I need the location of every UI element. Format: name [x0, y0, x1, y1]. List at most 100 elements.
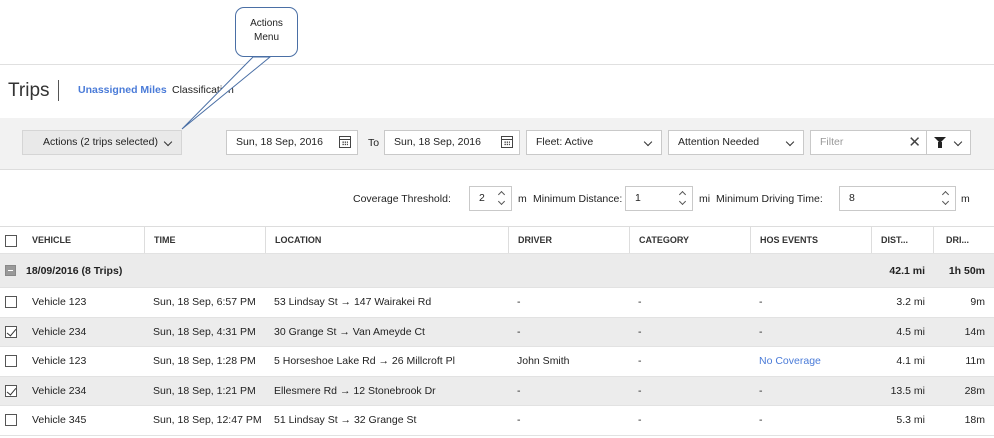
duration-cell: 9m [970, 296, 985, 309]
column-header-driving-time[interactable]: DRI... [933, 227, 969, 253]
table-row[interactable]: Vehicle 234 Sun, 18 Sep, 4:31 PM 30 Grange… [0, 317, 994, 347]
row-checkbox[interactable] [5, 325, 17, 338]
row-checkbox[interactable] [5, 384, 17, 397]
driver-cell: John Smith [517, 355, 570, 368]
attention-select[interactable]: Attention Needed [668, 130, 804, 155]
chevron-down-icon [785, 137, 795, 147]
actions-menu-callout: Actions Menu [235, 7, 298, 57]
location-cell: 30 Grange St → Van Ameyde Ct [274, 325, 425, 338]
time-cell: Sun, 18 Sep, 12:47 PM [153, 414, 262, 427]
actions-menu-button[interactable]: Actions (2 trips selected) [22, 130, 182, 155]
tab-classification[interactable]: Classification [172, 84, 234, 96]
fleet-select[interactable]: Fleet: Active [526, 130, 662, 155]
time-cell: Sun, 18 Sep, 4:31 PM [153, 325, 256, 338]
table-row[interactable]: Vehicle 234 Sun, 18 Sep, 1:21 PM Ellesmere… [0, 376, 994, 406]
hos-events-cell: - [759, 296, 763, 309]
vehicle-cell: Vehicle 123 [32, 355, 87, 368]
close-icon[interactable]: ✕ [908, 131, 921, 154]
row-checkbox[interactable] [5, 414, 17, 426]
calendar-icon[interactable] [339, 136, 351, 148]
filter-options-button[interactable] [926, 130, 971, 155]
time-cell: Sun, 18 Sep, 1:28 PM [153, 355, 256, 368]
vehicle-cell: Vehicle 234 [32, 384, 87, 397]
funnel-icon [934, 137, 946, 148]
duration-cell: 14m [964, 325, 985, 338]
callout-line-2: Menu [253, 32, 279, 43]
minimum-driving-time-unit: m [961, 193, 970, 205]
driver-cell: - [517, 414, 521, 427]
column-header-hos-events[interactable]: HOS EVENTS [750, 227, 818, 253]
table-row[interactable]: Vehicle 123 Sun, 18 Sep, 6:57 PM 53 Lindsa… [0, 288, 994, 318]
fleet-select-value: Fleet: Active [536, 136, 594, 148]
hos-events-cell: - [759, 325, 763, 338]
coverage-threshold-value: 2 [479, 192, 485, 204]
date-from-value: Sun, 18 Sep, 2016 [236, 136, 323, 148]
chevron-down-icon [163, 137, 173, 147]
minimum-driving-time-value: 8 [849, 192, 855, 204]
collapse-icon[interactable] [5, 265, 16, 276]
date-from-picker[interactable]: Sun, 18 Sep, 2016 [226, 130, 358, 155]
driver-cell: - [517, 384, 521, 397]
category-cell: - [638, 384, 642, 397]
page-header: Trips Unassigned Miles Classification [0, 72, 994, 108]
coverage-threshold-unit: m [518, 193, 527, 205]
distance-cell: 4.1 mi [896, 355, 925, 368]
row-checkbox[interactable] [5, 296, 17, 308]
coverage-threshold-input[interactable]: 2 [469, 186, 512, 211]
category-cell: - [638, 325, 642, 338]
group-distance: 42.1 mi [889, 264, 925, 277]
column-header-location[interactable]: LOCATION [265, 227, 321, 253]
to-label: To [368, 137, 380, 149]
category-cell: - [638, 296, 642, 309]
actions-menu-label: Actions (2 trips selected) [43, 136, 158, 148]
location-cell: 53 Lindsay St → 147 Wairakei Rd [274, 296, 432, 309]
table-row[interactable]: Vehicle 123 Sun, 18 Sep, 1:28 PM 5 Horsesh… [0, 347, 994, 377]
distance-cell: 13.5 mi [890, 384, 925, 397]
column-header-category[interactable]: CATEGORY [629, 227, 689, 253]
minimum-distance-input[interactable]: 1 [625, 186, 693, 211]
table-header-row: VEHICLE TIME LOCATION DRIVER CATEGORY HO… [0, 226, 994, 254]
minimum-driving-time-input[interactable]: 8 [839, 186, 956, 211]
duration-cell: 28m [964, 384, 985, 397]
minimum-distance-value: 1 [635, 192, 641, 204]
distance-cell: 5.3 mi [896, 414, 925, 427]
date-group-row[interactable]: 18/09/2016 (8 Trips) 42.1 mi 1h 50m [0, 254, 994, 288]
tab-unassigned-miles[interactable]: Unassigned Miles [78, 84, 167, 96]
time-cell: Sun, 18 Sep, 1:21 PM [153, 384, 256, 397]
top-divider [0, 64, 994, 65]
date-to-value: Sun, 18 Sep, 2016 [394, 136, 481, 148]
minimum-distance-unit: mi [699, 193, 711, 205]
group-label: 18/09/2016 (8 Trips) [26, 264, 123, 277]
column-header-distance[interactable]: DIST... [871, 227, 908, 253]
chevron-down-icon[interactable] [497, 197, 506, 206]
filter-input[interactable]: Filter ✕ [810, 130, 927, 155]
minimum-driving-time-label: Minimum Driving Time: [716, 193, 823, 205]
callout-line-1: Actions [250, 18, 283, 29]
location-cell: 5 Horseshoe Lake Rd → 26 Millcroft Pl [274, 355, 455, 368]
coverage-threshold-label: Coverage Threshold: [353, 193, 451, 205]
location-cell: 51 Lindsay St → 32 Grange St [274, 414, 417, 427]
table-row[interactable]: Vehicle 345 Sun, 18 Sep, 12:47 PM 51 Linds… [0, 406, 994, 436]
column-header-vehicle[interactable]: VEHICLE [32, 227, 71, 253]
hos-events-cell[interactable]: No Coverage [759, 347, 821, 376]
duration-cell: 11m [965, 355, 985, 368]
column-header-time[interactable]: TIME [144, 227, 176, 253]
distance-cell: 3.2 mi [896, 296, 925, 309]
category-cell: - [638, 414, 642, 427]
chevron-down-icon[interactable] [941, 197, 950, 206]
time-cell: Sun, 18 Sep, 6:57 PM [153, 296, 256, 309]
minimum-distance-label: Minimum Distance: [533, 193, 623, 205]
chevron-down-icon[interactable] [678, 197, 687, 206]
date-to-picker[interactable]: Sun, 18 Sep, 2016 [384, 130, 520, 155]
vehicle-cell: Vehicle 345 [32, 414, 87, 427]
column-header-driver[interactable]: DRIVER [508, 227, 552, 253]
row-checkbox[interactable] [5, 355, 17, 367]
category-cell: - [638, 355, 642, 368]
title-divider [58, 80, 59, 101]
page-title: Trips [8, 80, 50, 101]
driver-cell: - [517, 296, 521, 309]
group-duration: 1h 50m [948, 264, 985, 277]
select-all-checkbox[interactable] [5, 235, 17, 247]
chevron-down-icon [953, 137, 963, 147]
calendar-icon[interactable] [501, 136, 513, 148]
